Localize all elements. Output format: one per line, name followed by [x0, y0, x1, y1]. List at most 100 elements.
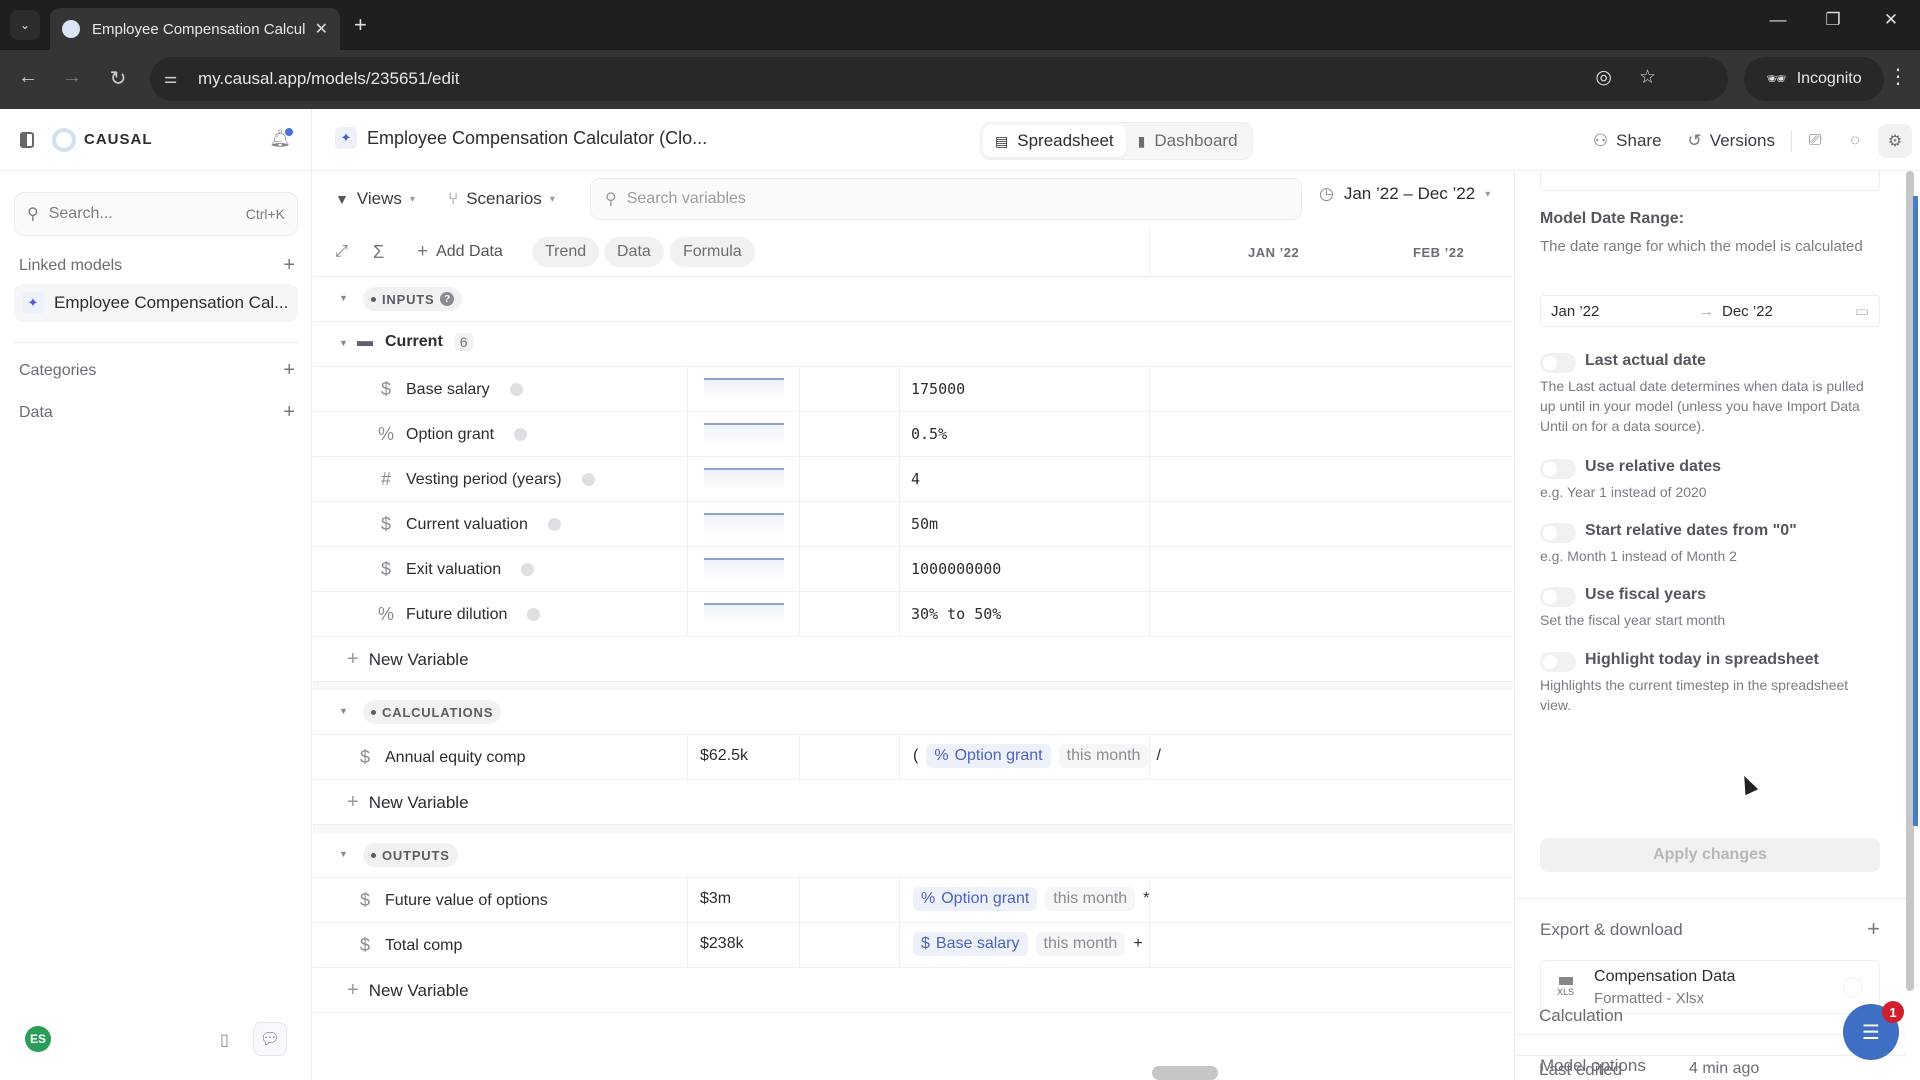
- variable-value[interactable]: 30% to 50%: [911, 605, 1001, 623]
- tab-spreadsheet[interactable]: ▤ Spreadsheet: [983, 125, 1126, 157]
- formula-cell[interactable]: ( % Option grant this month /: [913, 744, 1161, 768]
- user-avatar[interactable]: ES: [25, 1026, 51, 1052]
- views-dropdown[interactable]: ▼ Views ▾: [335, 184, 415, 214]
- add-data-source-button[interactable]: +: [283, 401, 295, 424]
- variable-row[interactable]: # Vesting period (years) 4: [313, 457, 1513, 502]
- formula-ref-chip[interactable]: $ Base salary: [913, 932, 1028, 956]
- docs-book-icon[interactable]: ▯: [220, 1030, 229, 1050]
- horizontal-scrollbar[interactable]: [1152, 1066, 1218, 1080]
- collapse-triangle-icon[interactable]: ▼: [339, 293, 348, 303]
- variable-row[interactable]: % Option grant 0.5%: [313, 412, 1513, 457]
- variable-value[interactable]: $62.5k: [700, 747, 748, 765]
- variable-name-cell[interactable]: % Future dilution: [378, 604, 541, 625]
- setting-toggle[interactable]: [1540, 652, 1576, 672]
- versions-button[interactable]: ↺ Versions: [1678, 131, 1785, 151]
- browser-menu-icon[interactable]: ⋮: [1888, 64, 1908, 89]
- star-icon[interactable]: ☆: [1639, 66, 1656, 89]
- section-label-calculations[interactable]: CALCULATIONS: [363, 700, 502, 724]
- variable-row[interactable]: $ Future value of options $3m % Option gr…: [313, 878, 1513, 923]
- panel-scroll-indicator[interactable]: [1913, 196, 1918, 826]
- sidebar-search[interactable]: ⚲ Search... Ctrl+K: [14, 192, 298, 236]
- variable-row[interactable]: % Future dilution 30% to 50%: [313, 592, 1513, 637]
- section-label-outputs[interactable]: OUTPUTS: [363, 843, 458, 867]
- close-tab-icon[interactable]: ✕: [315, 19, 328, 39]
- sigma-icon[interactable]: Σ: [373, 237, 384, 267]
- variable-name-cell[interactable]: # Vesting period (years): [378, 469, 595, 490]
- date-range-picker[interactable]: ◷ Jan ’22 – Dec ’22 ▾: [1319, 184, 1490, 204]
- tab-search-dropdown[interactable]: ⌄: [10, 10, 40, 40]
- formula-cell[interactable]: % Option grant this month *: [913, 887, 1149, 911]
- variable-row[interactable]: $ Exit valuation 1000000000: [313, 547, 1513, 592]
- apply-changes-button[interactable]: Apply changes: [1540, 838, 1880, 872]
- range-start[interactable]: Jan ’22: [1551, 303, 1699, 320]
- help-icon[interactable]: [509, 383, 523, 396]
- tab-dashboard[interactable]: ▮ Dashboard: [1126, 125, 1250, 157]
- add-linked-model-button[interactable]: +: [283, 254, 295, 277]
- site-info-icon[interactable]: ⚌: [164, 69, 177, 87]
- variable-row[interactable]: $ Total comp $238k $ Base salary this mon…: [313, 923, 1513, 968]
- variable-value[interactable]: 1000000000: [911, 560, 1001, 578]
- collapse-triangle-icon[interactable]: ▼: [339, 338, 348, 348]
- calculation-section[interactable]: Calculation: [1539, 1006, 1623, 1026]
- help-icon[interactable]: [547, 518, 561, 531]
- variable-value[interactable]: $3m: [700, 890, 731, 908]
- share-button[interactable]: ⚇ Share: [1583, 131, 1672, 151]
- variable-row[interactable]: $ Annual equity comp $62.5k ( % Option gr…: [313, 735, 1513, 780]
- variable-name-cell[interactable]: % Option grant: [378, 424, 528, 445]
- incognito-indicator[interactable]: 🕶 Incognito: [1744, 57, 1884, 101]
- column-header-jan[interactable]: JAN ’22: [1248, 245, 1299, 260]
- formula-ref-chip[interactable]: % Option grant: [913, 887, 1038, 911]
- new-variable-button[interactable]: + New Variable: [347, 648, 469, 671]
- help-icon[interactable]: [581, 473, 595, 486]
- variable-value[interactable]: 4: [911, 470, 920, 488]
- setting-toggle[interactable]: [1540, 459, 1576, 479]
- variable-value[interactable]: $238k: [700, 935, 744, 953]
- close-window-button[interactable]: ✕: [1876, 10, 1906, 30]
- feedback-chat-button[interactable]: 💬︎: [253, 1022, 287, 1056]
- variable-name-cell[interactable]: $ Total comp: [357, 935, 462, 956]
- collapse-triangle-icon[interactable]: ▼: [339, 706, 348, 716]
- expand-icon[interactable]: ⤢: [335, 237, 348, 267]
- truncated-input-field[interactable]: [1540, 171, 1880, 191]
- restore-button[interactable]: ❐: [1818, 10, 1848, 30]
- setting-toggle[interactable]: [1540, 353, 1576, 373]
- browser-tab-active[interactable]: Employee Compensation Calcul ✕: [50, 8, 340, 50]
- formula-cell[interactable]: $ Base salary this month + $: [913, 932, 1149, 956]
- variable-row[interactable]: $ Base salary 175000: [313, 367, 1513, 412]
- forward-button[interactable]: →: [57, 66, 87, 89]
- new-tab-button[interactable]: +: [354, 12, 367, 38]
- data-pill[interactable]: Data: [604, 237, 664, 267]
- formula-pill[interactable]: Formula: [670, 237, 755, 267]
- new-variable-button[interactable]: + New Variable: [347, 979, 469, 1002]
- scenarios-dropdown[interactable]: ⑂ Scenarios ▾: [448, 184, 555, 214]
- variable-name-cell[interactable]: $ Future value of options: [357, 890, 548, 911]
- help-icon[interactable]: [521, 563, 535, 576]
- add-data-button[interactable]: + Add Data: [417, 237, 503, 267]
- setting-toggle[interactable]: [1540, 523, 1576, 543]
- help-icon[interactable]: ?: [440, 292, 455, 306]
- variable-value[interactable]: 175000: [911, 380, 965, 398]
- variable-value[interactable]: 50m: [911, 515, 938, 533]
- reload-button[interactable]: ↻: [103, 66, 133, 91]
- setting-toggle[interactable]: [1540, 587, 1576, 607]
- model-title[interactable]: ✦ Employee Compensation Calculator (Clo.…: [335, 127, 707, 149]
- search-variables-input[interactable]: ⚲ Search variables: [590, 178, 1302, 220]
- comments-icon[interactable]: ◌: [1838, 124, 1872, 158]
- formula-ref-chip[interactable]: % Option grant: [926, 744, 1051, 768]
- variable-name-cell[interactable]: $ Annual equity comp: [357, 747, 526, 768]
- range-end[interactable]: Dec ’22: [1722, 303, 1773, 320]
- column-header-feb[interactable]: FEB ’22: [1413, 245, 1464, 260]
- collapse-triangle-icon[interactable]: ▼: [339, 849, 348, 859]
- address-bar[interactable]: ⚌ my.causal.app/models/235651/edit ◎ ☆: [150, 57, 1728, 101]
- eye-off-icon[interactable]: ◎: [1595, 66, 1612, 89]
- linked-model-item[interactable]: ✦ Employee Compensation Cal...: [14, 284, 298, 322]
- section-label-inputs[interactable]: INPUTS ?: [363, 287, 463, 311]
- trend-pill[interactable]: Trend: [532, 237, 600, 267]
- help-icon[interactable]: [527, 608, 541, 621]
- variable-value[interactable]: 0.5%: [911, 425, 947, 443]
- sidebar-toggle-icon[interactable]: [20, 131, 34, 148]
- export-status-icon[interactable]: [1843, 977, 1863, 997]
- date-range-input[interactable]: Jan ’22 → Dec ’22 ▭: [1540, 295, 1880, 327]
- variable-row[interactable]: $ Current valuation 50m: [313, 502, 1513, 547]
- new-variable-button[interactable]: + New Variable: [347, 791, 469, 814]
